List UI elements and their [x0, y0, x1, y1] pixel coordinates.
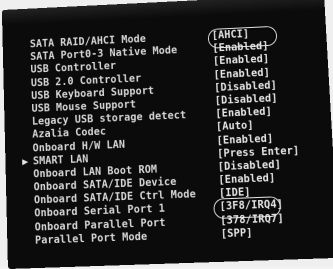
submenu-arrow-icon: ▶	[22, 155, 28, 168]
bios-settings-list: SATA RAID/AHCI Mode [AHCI] SATA Port0-3 …	[30, 39, 35, 248]
setting-value[interactable]: [378/IRQ7]	[220, 212, 284, 228]
setting-value[interactable]: [Enabled]	[218, 172, 276, 188]
screen-top-bar	[2, 0, 325, 25]
bios-screen: SATA RAID/AHCI Mode [AHCI] SATA Port0-3 …	[2, 0, 333, 269]
setting-label: Parallel Port Mode	[35, 230, 148, 247]
setting-value[interactable]: [Enabled]	[215, 106, 272, 122]
setting-value[interactable]: [IDE]	[219, 186, 251, 201]
photo-frame: SATA RAID/AHCI Mode [AHCI] SATA Port0-3 …	[0, 0, 333, 267]
setting-value[interactable]: [SPP]	[221, 227, 253, 242]
